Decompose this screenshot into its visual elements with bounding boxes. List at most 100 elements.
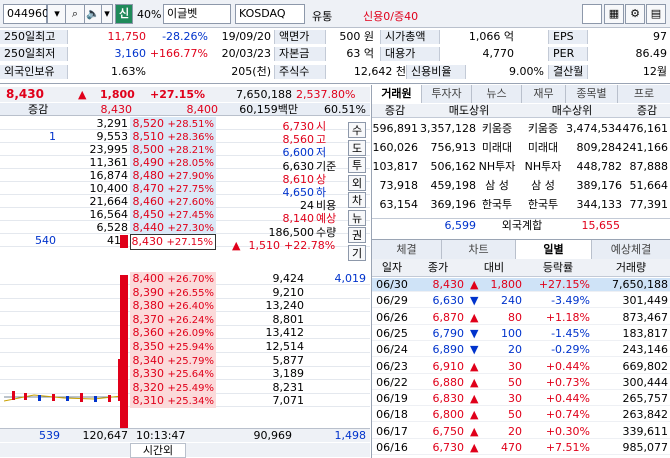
broker-sell-name[interactable]: NH투자 <box>476 158 518 176</box>
daily-row[interactable]: 06/22 6,880 ▲ 50 +0.73% 300,444 <box>372 376 670 390</box>
daily-row[interactable]: 06/23 6,910 ▲ 30 +0.44% 669,802 <box>372 360 670 374</box>
broker-buy-qty: 344,133 <box>576 198 623 211</box>
broker-sell-name[interactable]: 삼 성 <box>476 177 518 195</box>
bid-rate: +26.09% <box>167 328 214 340</box>
daily-row[interactable]: 06/30 8,430 ▲ 1,800 +27.15% 7,650,188 <box>372 278 670 292</box>
gear-icon[interactable]: ⚙ <box>625 4 645 24</box>
grid-icon[interactable]: ▦ <box>604 4 624 24</box>
broker-buy-name[interactable]: 미래대 <box>522 139 564 157</box>
side-button[interactable]: 외 <box>348 174 366 191</box>
side-button[interactable]: 투 <box>348 157 366 173</box>
ask-price[interactable]: 8,460 +27.60% <box>130 195 216 209</box>
daily-tab-3[interactable]: 일별 <box>516 240 592 259</box>
bid-price[interactable]: 8,310 +25.34% <box>130 394 216 409</box>
ask-row[interactable]: 10,400 8,470 +27.75% <box>0 182 370 196</box>
bid-row[interactable]: 8,370 +26.24% 8,801 <box>0 312 370 327</box>
tab-2[interactable]: 투자자 <box>422 85 472 103</box>
side-button[interactable]: 뉴 <box>348 209 366 226</box>
ask-row[interactable]: 16,564 8,450 +27.45% <box>0 208 370 222</box>
daily-row[interactable]: 06/24 6,890 ▼ 20 -0.29% 243,146 <box>372 343 670 358</box>
side-button[interactable]: 권 <box>348 227 366 243</box>
bid-row[interactable]: 8,390 +26.55% 9,210 <box>0 285 370 300</box>
daily-row[interactable]: 06/16 6,730 ▲ 470 +7.51% 985,077 <box>372 441 670 455</box>
dropdown-icon[interactable]: ▾ <box>47 4 67 24</box>
side-button[interactable]: 수 <box>348 122 366 138</box>
ohlc-label: 하 <box>316 186 327 199</box>
bid-price[interactable]: 8,400 +26.70% <box>130 272 216 286</box>
daily-tab-1[interactable]: 체결 <box>372 240 442 259</box>
ask-row[interactable]: 6,528 8,440 +27.30% <box>0 221 370 235</box>
tab-4[interactable]: 재무 <box>522 85 566 103</box>
side-button[interactable]: 차 <box>348 192 366 208</box>
daily-row[interactable]: 06/18 6,800 ▲ 50 +0.74% 263,842 <box>372 408 670 423</box>
bid-qty: 9,210 <box>272 285 305 299</box>
ask-row[interactable]: 23,995 8,500 +28.21% <box>0 143 370 157</box>
broker-buy-name[interactable]: 키움증 <box>522 120 564 138</box>
ask-price[interactable]: 8,520 +28.51% <box>130 117 216 131</box>
ask-row[interactable]: 11,361 8,490 +28.05% <box>0 156 370 170</box>
current-price: 8,430 <box>6 87 44 101</box>
ask-row[interactable]: 1 9,553 8,510 +28.36% <box>0 130 370 144</box>
ask-price[interactable]: 8,470 +27.75% <box>130 182 216 196</box>
daily-tab-2[interactable]: 차트 <box>442 240 516 259</box>
tab-3[interactable]: 뉴스 <box>472 85 522 103</box>
daily-rate: -1.45% <box>551 326 590 340</box>
broker-row[interactable]: 103,817 506,162 NH투자 NH투자 448,782 87,888 <box>372 158 670 176</box>
tab-6[interactable]: 프로 <box>618 85 670 103</box>
bid-price[interactable]: 8,390 +26.55% <box>130 285 216 300</box>
tab-5[interactable]: 종목별 <box>566 85 618 103</box>
ask-row[interactable]: 21,664 8,460 +27.60% <box>0 195 370 209</box>
broker-sell-name[interactable]: 키움증 <box>476 120 518 138</box>
search-icon[interactable]: ⌕ <box>65 4 85 24</box>
ask-price[interactable]: 8,510 +28.36% <box>130 130 216 144</box>
daily-row[interactable]: 06/17 6,750 ▲ 20 +0.30% 339,611 <box>372 425 670 439</box>
label-substitute-price: 대용가 <box>380 47 440 61</box>
side-button[interactable]: 도 <box>348 139 366 156</box>
bid-price[interactable]: 8,330 +25.64% <box>130 367 216 382</box>
ask-price[interactable]: 8,430 +27.15% <box>130 234 216 250</box>
broker-sell-name[interactable]: 미래대 <box>476 139 518 157</box>
daily-tab-4[interactable]: 예상체결 <box>592 240 670 259</box>
bid-row[interactable]: 8,350 +25.94% 12,514 <box>0 340 370 354</box>
bid-price[interactable]: 8,320 +25.49% <box>130 380 216 395</box>
bid-row[interactable]: 8,360 +26.09% 13,412 <box>0 326 370 341</box>
daily-row[interactable]: 06/29 6,630 ▼ 240 -3.49% 301,449 <box>372 294 670 309</box>
broker-row[interactable]: 73,918 459,198 삼 성삼 성 389,176 51,664 <box>372 177 670 195</box>
stock-info-grid: 250일최고 11,750 -28.26% 19/09/20 액면가 500 원… <box>0 28 670 84</box>
bid-rate: +25.34% <box>167 396 214 408</box>
broker-row[interactable]: 160,026 756,913 미래대 미래대 809,284 241,166 <box>372 139 670 157</box>
tab-1[interactable]: 거래원 <box>372 85 422 103</box>
ask-price[interactable]: 8,490 +28.05% <box>130 156 216 170</box>
speaker-menu-icon[interactable]: ▾ <box>101 4 113 24</box>
ask-price[interactable]: 8,440 +27.30% <box>130 221 216 235</box>
bid-price[interactable]: 8,340 +25.79% <box>130 353 216 368</box>
broker-row[interactable]: 596,891 3,357,128 키움증 키움증 3,474,534 476,161 <box>372 120 670 138</box>
stock-code-input[interactable]: 044960 <box>3 4 49 24</box>
ask-row[interactable]: 16,874 8,480 +27.90% <box>0 169 370 183</box>
foreign-total-row: 6,599 외국계합 15,655 <box>372 218 670 232</box>
side-button[interactable]: 기 <box>348 244 366 261</box>
ask-row[interactable]: 3,291 8,520 +28.51% <box>0 117 370 131</box>
ask-price[interactable]: 8,450 +27.45% <box>130 208 216 222</box>
daily-row[interactable]: 06/25 6,790 ▼ 100 -1.45% 183,817 <box>372 327 670 341</box>
bid-price[interactable]: 8,380 +26.40% <box>130 299 216 314</box>
bid-price[interactable]: 8,370 +26.24% <box>130 312 216 327</box>
bid-price[interactable]: 8,360 +26.09% <box>130 326 216 341</box>
ask-price[interactable]: 8,480 +27.90% <box>130 169 216 183</box>
broker-buy-diff: 77,391 <box>629 198 669 211</box>
ask-price[interactable]: 8,500 +28.21% <box>130 143 216 157</box>
layout-icon[interactable]: ▤ <box>646 4 666 24</box>
broker-sell-name[interactable]: 한국투 <box>476 196 518 214</box>
bid-row[interactable]: 8,380 +26.40% 13,240 <box>0 299 370 314</box>
memo-icon[interactable] <box>582 4 602 24</box>
daily-row[interactable]: 06/19 6,830 ▲ 30 +0.44% 265,757 <box>372 392 670 407</box>
daily-row[interactable]: 06/26 6,870 ▲ 80 +1.18% 873,467 <box>372 311 670 325</box>
bid-price[interactable]: 8,350 +25.94% <box>130 340 216 354</box>
broker-row[interactable]: 63,154 369,196 한국투 한국투 344,133 77,391 <box>372 196 670 214</box>
broker-buy-name[interactable]: NH투자 <box>522 158 564 176</box>
after-hours-button[interactable]: 시간외 <box>130 443 186 458</box>
bid-row[interactable]: 8,400 +26.70% 9,424 4,019 <box>0 272 370 286</box>
broker-buy-name[interactable]: 한국투 <box>522 196 564 214</box>
broker-buy-name[interactable]: 삼 성 <box>522 177 564 195</box>
speaker-icon[interactable]: 🔈 <box>84 4 102 24</box>
